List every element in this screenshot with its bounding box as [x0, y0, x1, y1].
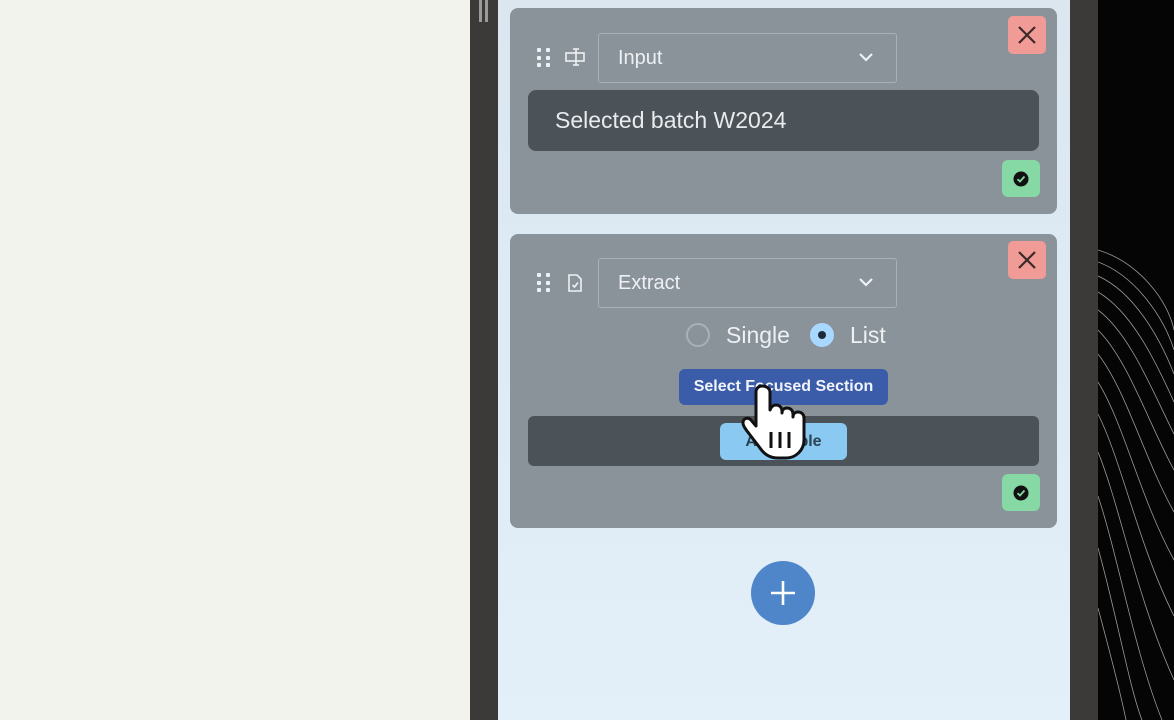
remove-step-button[interactable]: [1008, 16, 1046, 54]
step-type-value: Extract: [618, 271, 681, 294]
step-type-select[interactable]: Input: [598, 33, 897, 83]
add-table-button[interactable]: Add Table: [720, 423, 847, 460]
document-icon: [566, 273, 588, 293]
add-step-button[interactable]: [751, 561, 815, 625]
valid-status-badge: [1002, 474, 1040, 511]
radio-single-label[interactable]: Single: [726, 322, 790, 349]
step-value-text: Selected batch W2024: [555, 107, 787, 133]
document-area: [0, 0, 470, 720]
drag-handle-icon[interactable]: [537, 273, 551, 293]
step-type-select[interactable]: Extract: [598, 258, 897, 308]
text-input-icon: [564, 47, 586, 67]
plus-icon: [771, 581, 795, 605]
step-value-field[interactable]: Selected batch W2024: [528, 90, 1039, 151]
panel-frame: [1070, 0, 1098, 720]
select-focused-section-button[interactable]: Select Focused Section: [679, 369, 888, 405]
background-art: [1098, 0, 1174, 720]
remove-step-button[interactable]: [1008, 241, 1046, 279]
valid-status-badge: [1002, 160, 1040, 197]
verified-check-icon: [1013, 485, 1029, 500]
chevron-down-icon: [859, 278, 873, 287]
radio-single[interactable]: [686, 323, 710, 347]
close-icon: [1018, 251, 1036, 269]
drag-handle-icon[interactable]: [537, 48, 551, 68]
chevron-down-icon: [859, 53, 873, 62]
panel-divider[interactable]: [470, 0, 498, 720]
step-type-value: Input: [618, 46, 663, 69]
extract-mode-radio-group: Single List: [686, 320, 906, 350]
resize-grip-icon[interactable]: [479, 0, 489, 22]
radio-list-label[interactable]: List: [850, 322, 886, 349]
close-icon: [1018, 26, 1036, 44]
radio-list[interactable]: [809, 323, 834, 347]
verified-check-icon: [1013, 171, 1029, 186]
